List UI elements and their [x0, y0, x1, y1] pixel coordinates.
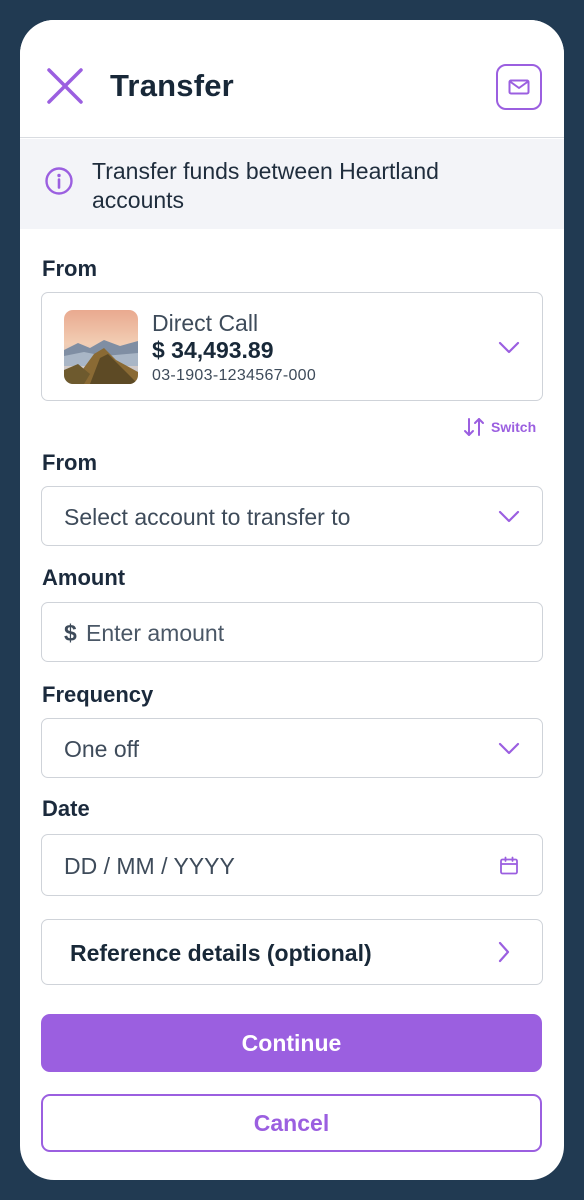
mail-icon: [508, 79, 530, 95]
chevron-right-icon: [498, 941, 510, 963]
chevron-down-icon: [498, 742, 520, 755]
page-title: Transfer: [110, 68, 234, 103]
amount-label: Amount: [42, 565, 126, 590]
account-number: 03-1903-1234567-000: [152, 367, 317, 384]
cancel-button[interactable]: Cancel: [41, 1094, 542, 1152]
account-name: Direct Call: [152, 310, 259, 336]
date-placeholder: DD / MM / YYYY: [64, 853, 235, 879]
chevron-down-icon: [498, 510, 520, 523]
to-account-select[interactable]: Select account to transfer to: [41, 486, 543, 546]
frequency-value: One off: [64, 736, 140, 762]
to-label: From: [42, 450, 97, 475]
info-icon: [45, 167, 73, 195]
amount-field: $: [41, 602, 543, 662]
chevron-down-icon: [498, 341, 520, 354]
calendar-icon[interactable]: [499, 856, 519, 876]
from-label: From: [42, 256, 97, 281]
info-banner: Transfer funds between Heartland account…: [20, 139, 564, 229]
header: Transfer: [20, 20, 564, 138]
close-button[interactable]: [44, 65, 86, 107]
reference-label: Reference details (optional): [70, 940, 372, 966]
continue-button[interactable]: Continue: [41, 1014, 542, 1072]
account-image: [64, 310, 138, 384]
switch-button[interactable]: Switch: [463, 415, 536, 439]
close-icon: [47, 68, 83, 104]
frequency-label: Frequency: [42, 682, 154, 707]
date-field[interactable]: DD / MM / YYYY: [41, 834, 543, 896]
frequency-select[interactable]: One off: [41, 718, 543, 778]
reference-details-row[interactable]: Reference details (optional): [41, 919, 543, 985]
to-account-placeholder: Select account to transfer to: [64, 504, 351, 530]
currency-symbol: $: [64, 620, 77, 646]
mail-button[interactable]: [496, 64, 542, 110]
from-account-select[interactable]: Direct Call $ 34,493.89 03-1903-1234567-…: [41, 292, 543, 401]
amount-input[interactable]: [86, 613, 516, 653]
app-screen: Transfer Transfer funds between Heartlan…: [20, 20, 564, 1180]
info-text: Transfer funds between Heartland account…: [92, 158, 439, 213]
swap-vertical-icon: [464, 418, 484, 436]
date-label: Date: [42, 796, 90, 821]
switch-label: Switch: [491, 419, 537, 435]
account-balance: $ 34,493.89: [152, 337, 274, 363]
